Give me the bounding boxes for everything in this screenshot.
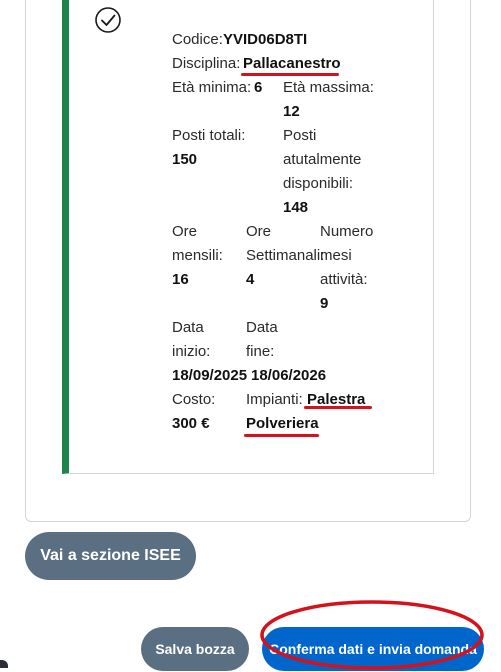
ore-settimanali-label-2: Settimanali:	[246, 247, 325, 264]
corner-widget	[0, 660, 8, 668]
impianti-highlight-1	[304, 406, 372, 409]
impianti-value-2: Polveriera	[246, 415, 319, 432]
codice-label: Codice:	[172, 31, 223, 48]
posti-disponibili-value: 148	[283, 199, 309, 216]
impianti-highlight-2	[244, 434, 319, 437]
numero-mesi-label-2: mesi	[320, 247, 352, 264]
posti-totali-label: Posti totali:	[172, 127, 246, 144]
data-inizio-label-2: inizio:	[172, 343, 211, 360]
ore-settimanali-label-1: Ore	[246, 223, 272, 240]
data-fine-label-2: fine:	[246, 343, 275, 360]
ore-mensili-label-2: mensili:	[172, 247, 223, 264]
eta-massima-label: Età massima:	[283, 79, 374, 96]
impianti-label: Impianti:	[246, 391, 303, 408]
data-inizio-value: 18/09/2025	[172, 367, 248, 384]
eta-massima-value: 12	[283, 103, 300, 120]
numero-mesi-label-1: Numero	[320, 223, 374, 240]
save-draft-button[interactable]: Salva bozza	[141, 627, 249, 671]
data-fine-value: 18/06/2026	[251, 367, 327, 384]
eta-minima-label: Età minima:	[172, 79, 252, 96]
numero-mesi-value: 9	[320, 295, 329, 312]
codice-value: YVID06D8TI	[223, 31, 308, 48]
ore-mensili-value: 16	[172, 271, 189, 288]
data-inizio-label-1: Data	[172, 319, 204, 336]
eta-minima-value: 6	[254, 79, 263, 96]
ore-settimanali-value: 4	[246, 271, 255, 288]
isee-section-button[interactable]: Vai a sezione ISEE	[25, 532, 196, 580]
disciplina-label: Disciplina:	[172, 55, 241, 72]
posti-disponibili-label-1: Posti	[283, 127, 317, 144]
posti-disponibili-label-2: atutalmente	[283, 151, 362, 168]
numero-mesi-label-3: attività:	[320, 271, 368, 288]
confirm-submit-button[interactable]: Conferma dati e invia domanda	[262, 627, 484, 671]
data-fine-label-1: Data	[246, 319, 278, 336]
costo-label: Costo:	[172, 391, 216, 408]
check-circle-icon	[95, 7, 121, 33]
posti-totali-value: 150	[172, 151, 198, 168]
costo-value: 300 €	[172, 415, 210, 432]
posti-disponibili-label-3: disponibili:	[283, 175, 354, 192]
ore-mensili-label-1: Ore	[172, 223, 198, 240]
